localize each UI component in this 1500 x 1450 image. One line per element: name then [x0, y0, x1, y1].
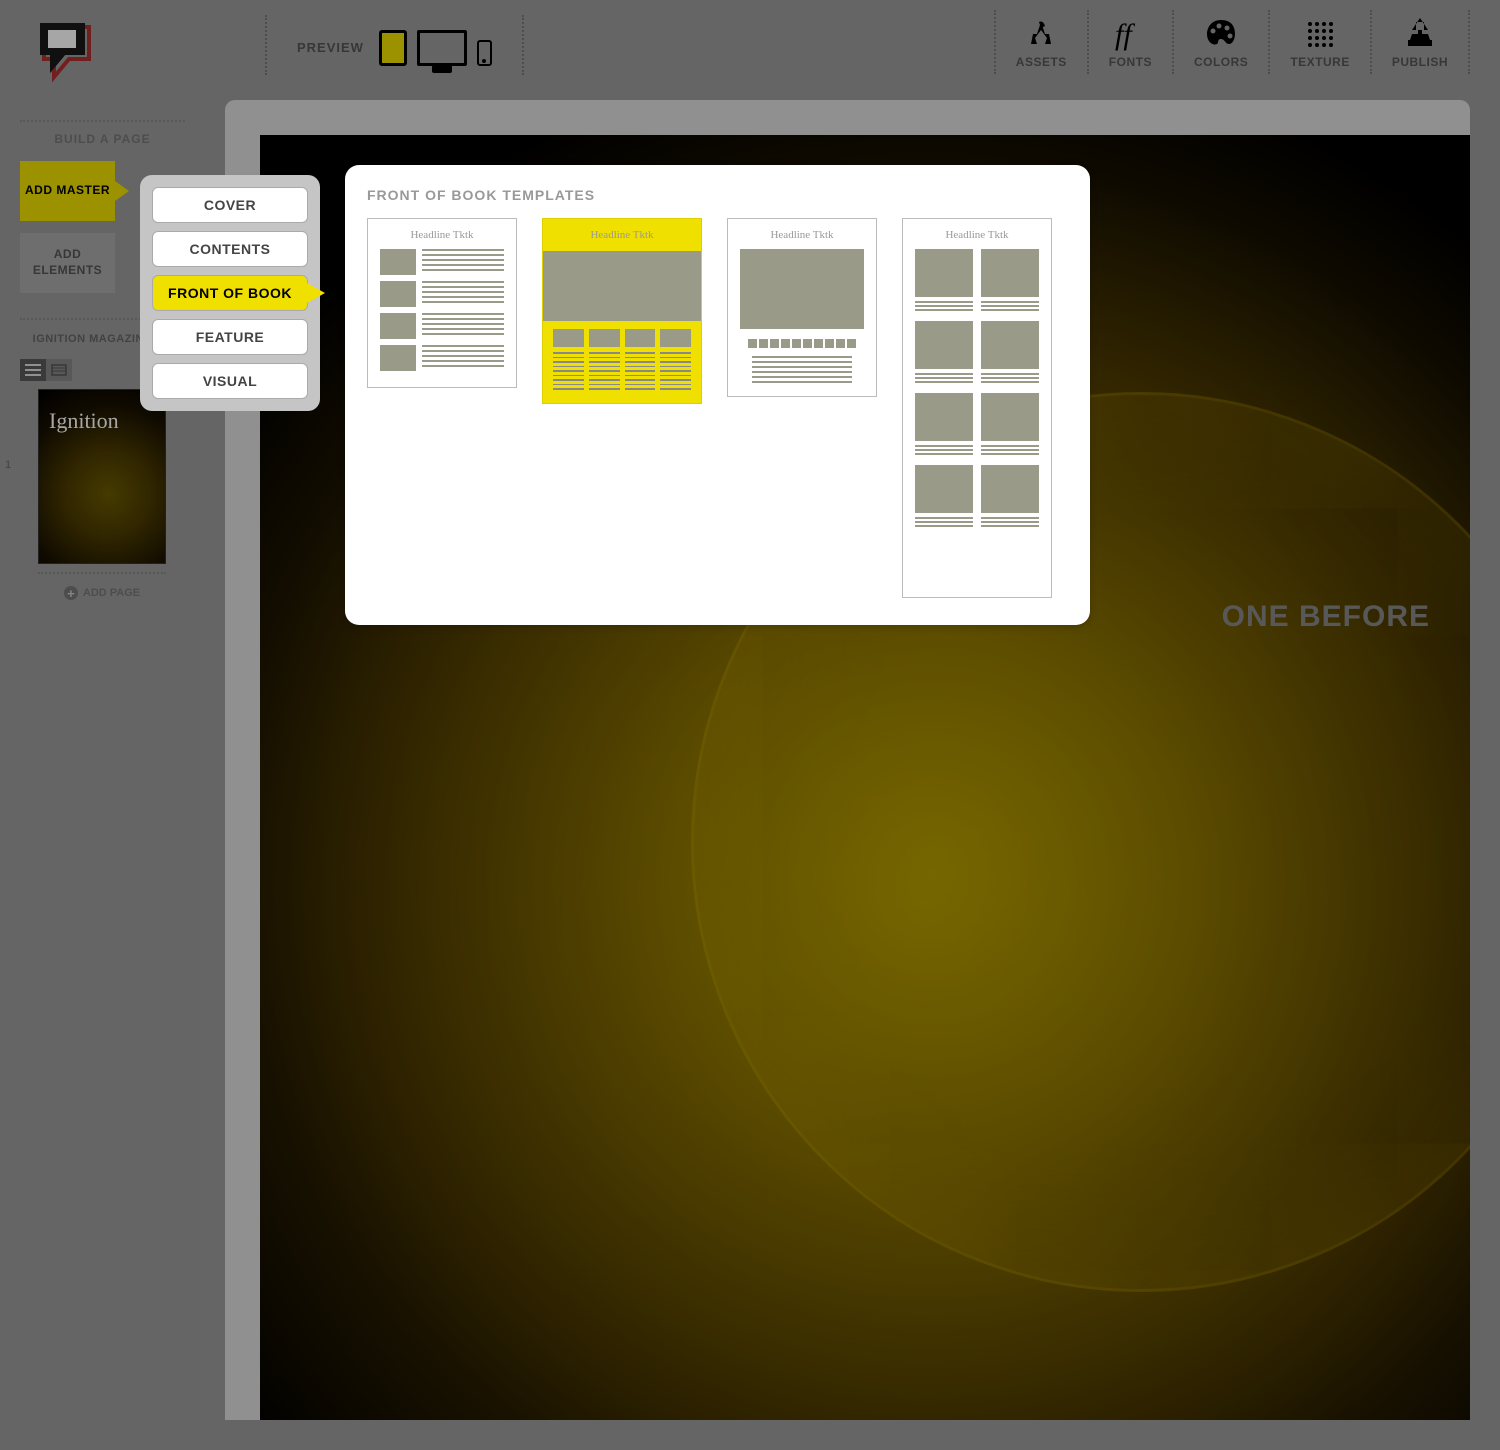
add-page-button[interactable]: + ADD PAGE [38, 572, 166, 600]
assets-icon [1021, 15, 1061, 53]
menu-item-feature[interactable]: FEATURE [152, 319, 308, 355]
template-option-2[interactable]: Headline Tktk [542, 218, 702, 404]
app-logo[interactable] [30, 15, 100, 85]
preview-section: PREVIEW [265, 15, 524, 75]
publish-label: PUBLISH [1392, 55, 1448, 69]
assets-label: ASSETS [1016, 55, 1067, 69]
texture-icon [1300, 15, 1340, 53]
add-elements-button[interactable]: ADD ELEMENTS [20, 233, 115, 293]
preview-desktop-icon[interactable] [417, 30, 467, 66]
template-option-3[interactable]: Headline Tktk [727, 218, 877, 397]
menu-item-front-of-book[interactable]: FRONT OF BOOK [152, 275, 308, 311]
canvas-headline-partial: ONE BEFORE [1222, 600, 1430, 634]
template-placeholder-headline: Headline Tktk [543, 219, 701, 251]
page-thumbnail[interactable]: Ignition [38, 389, 166, 564]
fonts-label: FONTS [1109, 55, 1152, 69]
texture-label: TEXTURE [1290, 55, 1350, 69]
template-panel: FRONT OF BOOK TEMPLATES Headline Tktk He… [345, 165, 1090, 625]
page-thumbnail-title: Ignition [49, 408, 119, 434]
add-page-label: ADD PAGE [83, 587, 140, 599]
master-type-menu: COVER CONTENTS FRONT OF BOOK FEATURE VIS… [140, 175, 320, 411]
fonts-button[interactable]: ff FONTS [1087, 10, 1172, 74]
add-master-button[interactable]: ADD MASTER [20, 161, 115, 221]
preview-phone-icon[interactable] [477, 40, 492, 66]
template-placeholder-headline: Headline Tktk [740, 229, 864, 241]
template-placeholder-headline: Headline Tktk [380, 229, 504, 241]
menu-item-cover[interactable]: COVER [152, 187, 308, 223]
preview-tablet-icon[interactable] [379, 30, 407, 66]
fonts-icon: ff [1110, 15, 1150, 53]
assets-button[interactable]: ASSETS [994, 10, 1087, 74]
texture-button[interactable]: TEXTURE [1268, 10, 1370, 74]
build-page-label: BUILD A PAGE [20, 120, 185, 146]
menu-item-contents[interactable]: CONTENTS [152, 231, 308, 267]
plus-icon: + [64, 586, 78, 600]
page-number: 1 [5, 459, 11, 471]
svg-text:ff: ff [1115, 18, 1135, 51]
app-header: PREVIEW ASSETS ff FONTS [0, 0, 1500, 90]
page-thumbnail-wrap: 1 Ignition [20, 389, 185, 564]
template-panel-title: FRONT OF BOOK TEMPLATES [367, 187, 1068, 203]
view-list-icon[interactable] [20, 359, 46, 381]
template-option-4[interactable]: Headline Tktk [902, 218, 1052, 598]
header-tools: ASSETS ff FONTS COLORS TEXTURE [994, 10, 1470, 74]
view-grid-icon[interactable] [46, 359, 72, 381]
colors-label: COLORS [1194, 55, 1248, 69]
colors-icon [1201, 15, 1241, 53]
template-placeholder-headline: Headline Tktk [915, 229, 1039, 241]
publish-icon [1400, 15, 1440, 53]
menu-item-visual[interactable]: VISUAL [152, 363, 308, 399]
preview-label: PREVIEW [297, 40, 364, 55]
colors-button[interactable]: COLORS [1172, 10, 1268, 74]
template-option-1[interactable]: Headline Tktk [367, 218, 517, 388]
publish-button[interactable]: PUBLISH [1370, 10, 1470, 74]
